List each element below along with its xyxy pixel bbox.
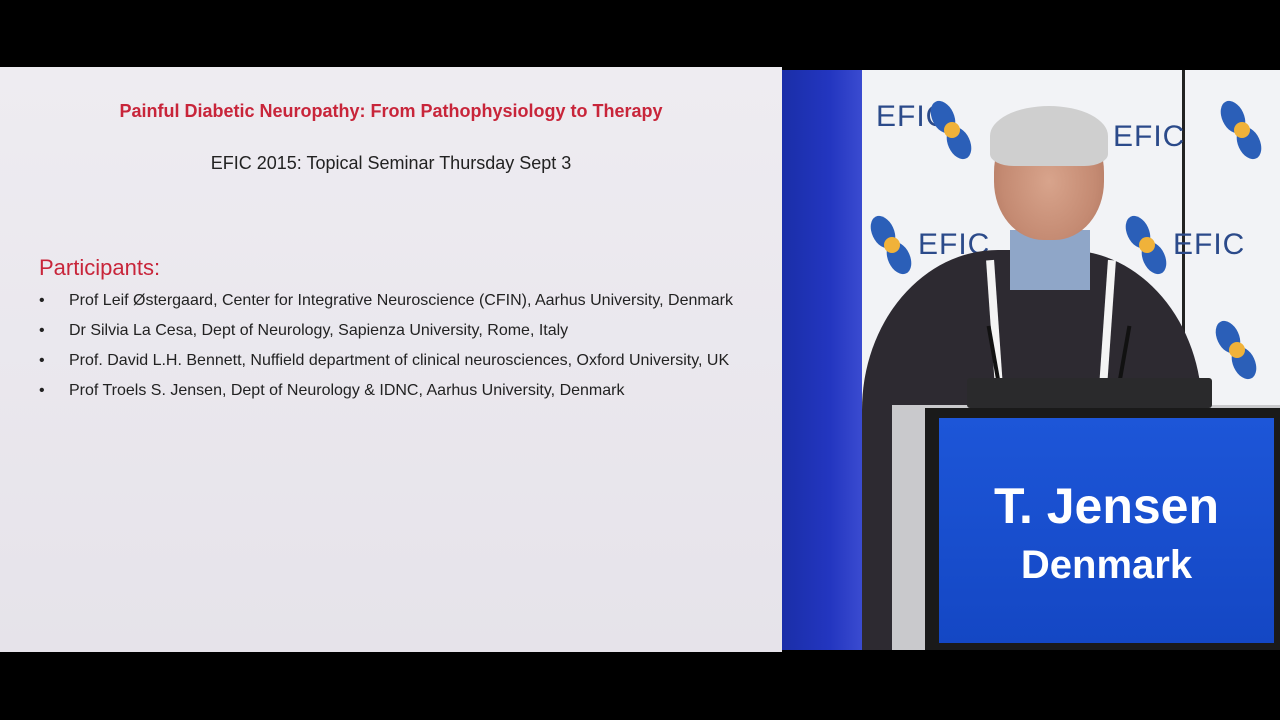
efic-logo (1210, 316, 1262, 384)
list-item: • Dr Silvia La Cesa, Dept of Neurology, S… (39, 319, 759, 342)
speaker-country: Denmark (1020, 543, 1193, 587)
nameplate-screen: T. Jensen Denmark (939, 418, 1274, 643)
presentation-slide: Painful Diabetic Neuropathy: From Pathop… (0, 67, 782, 652)
bullet-icon: • (39, 292, 45, 309)
efic-logo (1215, 96, 1267, 164)
bullet-icon: • (39, 382, 45, 399)
bullet-icon: • (39, 322, 45, 339)
efic-mark-icon (1215, 96, 1267, 164)
participants-heading: Participants: (39, 255, 161, 280)
podium-monitor (967, 378, 1212, 408)
participant-text: Prof Leif Østergaard, Center for Integra… (69, 292, 733, 309)
speaker-video: EFIC EFIC EFIC EFIC T. Jensen Denmark (782, 70, 1280, 650)
slide-title: Painful Diabetic Neuropathy: From Pathop… (119, 101, 663, 121)
slide-subtitle: EFIC 2015: Topical Seminar Thursday Sept… (210, 153, 572, 173)
bullet-icon: • (39, 352, 45, 369)
stage-blue-panel (782, 70, 862, 650)
participant-list: • Prof Leif Østergaard, Center for Integr… (39, 289, 759, 409)
participant-text: Prof Troels S. Jensen, Dept of Neurology… (69, 382, 625, 399)
list-item: • Prof Leif Østergaard, Center for Integr… (39, 289, 759, 312)
efic-mark-icon (1210, 316, 1262, 384)
participant-text: Dr Silvia La Cesa, Dept of Neurology, Sa… (69, 322, 569, 339)
list-item: • Prof. David L.H. Bennett, Nuffield depa… (39, 349, 759, 372)
speaker-name: T. Jensen (993, 478, 1220, 534)
list-item: • Prof Troels S. Jensen, Dept of Neurolog… (39, 379, 759, 402)
speaker-hair (990, 106, 1108, 166)
participant-text: Prof. David L.H. Bennett, Nuffield depar… (69, 352, 730, 369)
